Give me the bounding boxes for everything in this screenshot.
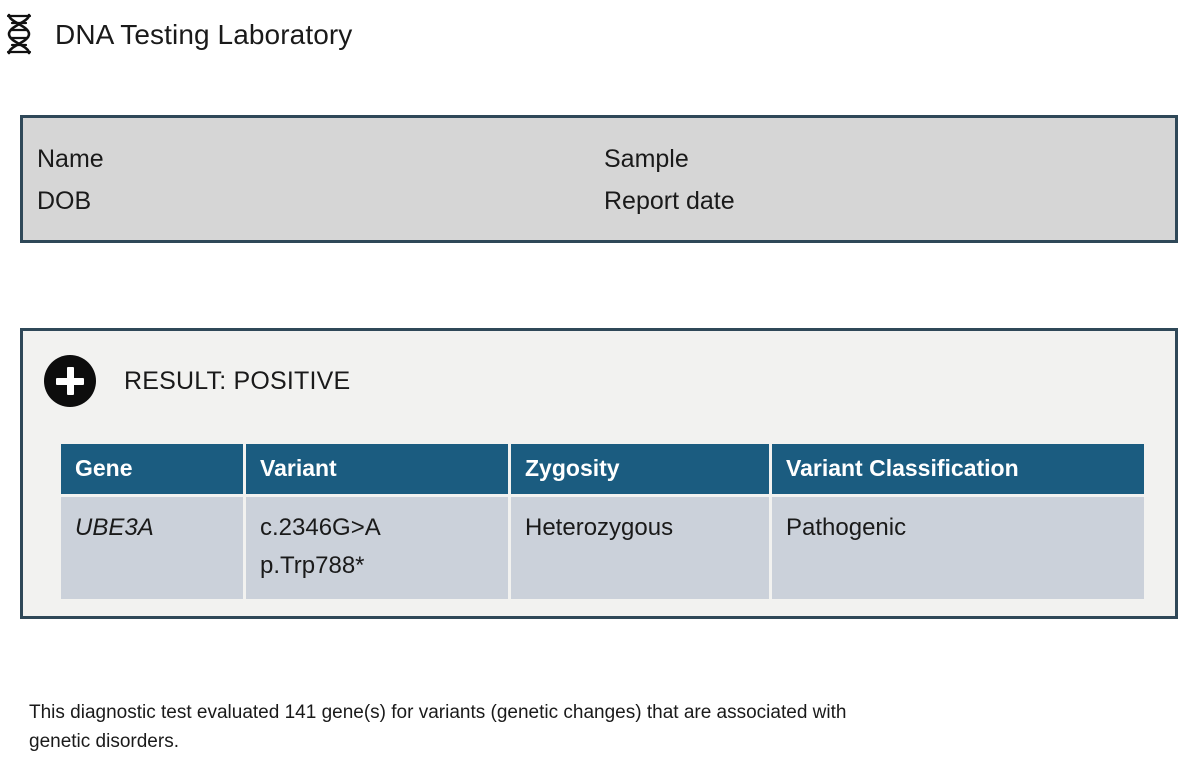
variant-cdna: c.2346G>A <box>260 514 381 541</box>
patient-field-dob-label: DOB <box>37 187 92 215</box>
patient-info-row: Name Sample <box>37 144 1175 186</box>
result-status-label: RESULT: POSITIVE <box>124 366 351 395</box>
plus-circle-icon <box>44 355 96 407</box>
table-header-row: Gene Variant Zygosity Variant Classifica… <box>61 444 1144 494</box>
column-header-variant-classification: Variant Classification <box>772 444 1144 494</box>
gene-symbol: UBE3A <box>75 514 154 541</box>
footer-disclaimer: This diagnostic test evaluated 141 gene(… <box>29 702 847 752</box>
cell-variant-classification: Pathogenic <box>772 497 1144 599</box>
patient-field-report-date-label: Report date <box>604 187 735 215</box>
zygosity-value: Heterozygous <box>525 514 674 541</box>
page-title: DNA Testing Laboratory <box>55 19 353 50</box>
patient-field-report-date: Report date <box>604 186 1175 216</box>
classification-value: Pathogenic <box>786 514 907 541</box>
lab-header: DNA Testing Laboratory <box>0 0 1200 70</box>
patient-field-sample-label: Sample <box>604 145 689 173</box>
patient-field-sample: Sample <box>604 144 1175 174</box>
variant-protein: p.Trp788* <box>260 552 365 579</box>
patient-field-dob: DOB <box>37 186 604 216</box>
table-row: UBE3A c.2346G>A p.Trp788* Heterozygous P… <box>61 497 1144 599</box>
patient-info-grid: Name Sample DOB Report date <box>37 144 1175 228</box>
variant-results-table: Gene Variant Zygosity Variant Classifica… <box>58 441 1147 602</box>
dna-helix-icon <box>6 13 32 55</box>
column-header-variant: Variant <box>246 444 508 494</box>
cell-variant: c.2346G>A p.Trp788* <box>246 497 508 599</box>
column-header-gene: Gene <box>61 444 243 494</box>
column-header-zygosity: Zygosity <box>511 444 769 494</box>
result-banner: RESULT: POSITIVE <box>44 353 350 409</box>
cell-zygosity: Heterozygous <box>511 497 769 599</box>
cell-gene: UBE3A <box>61 497 243 599</box>
patient-info-panel: Name Sample DOB Report date <box>20 115 1178 243</box>
patient-info-row: DOB Report date <box>37 186 1175 228</box>
result-card: RESULT: POSITIVE Gene Variant Zygosity V… <box>20 328 1178 619</box>
patient-field-name: Name <box>37 144 604 174</box>
patient-field-name-label: Name <box>37 145 104 173</box>
